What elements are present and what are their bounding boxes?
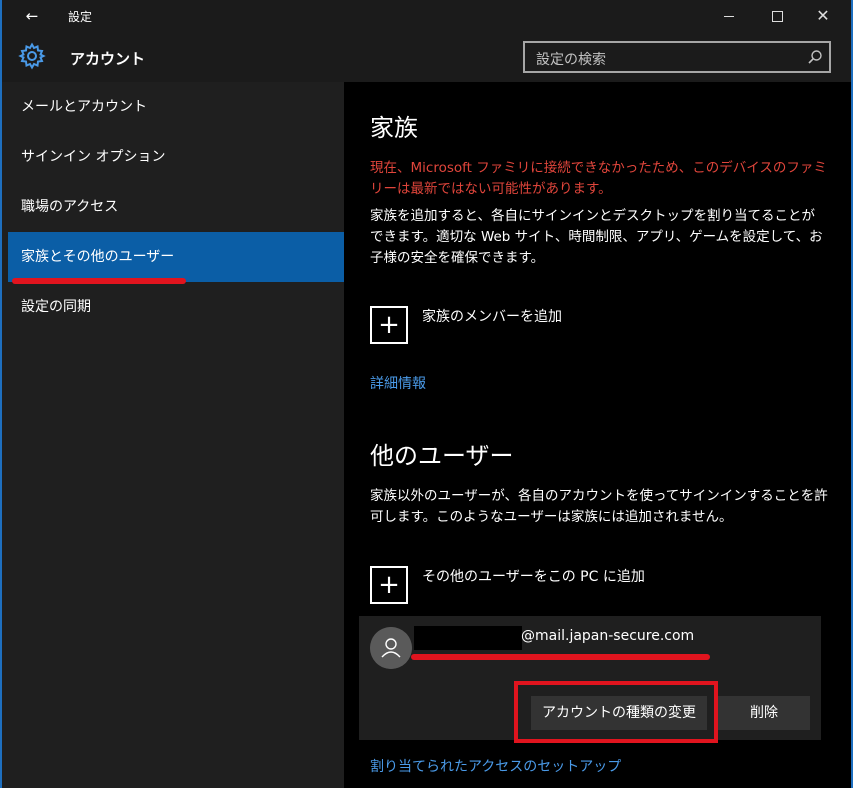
family-error-message: 現在、Microsoft ファミリに接続できなかったため、このデバイスのファミリ… <box>370 160 827 197</box>
sidebar-item-family-other-users[interactable]: 家族とその他のユーザー <box>8 232 344 282</box>
window-title: 設定 <box>68 10 93 24</box>
delete-button[interactable]: 削除 <box>718 696 810 730</box>
sidebar: メールとアカウント サインイン オプション 職場のアクセス 家族とその他のユーザ… <box>2 82 344 788</box>
assigned-access-link[interactable]: 割り当てられたアクセスのセットアップ <box>370 756 621 776</box>
redacted-username <box>414 626 522 650</box>
search-icon[interactable] <box>807 49 823 65</box>
other-users-description: 家族以外のユーザーが、各自のアカウントを使ってサインインすることを許可します。こ… <box>370 488 828 525</box>
minimize-icon <box>724 15 734 17</box>
search-placeholder: 設定の検索 <box>536 52 606 68</box>
family-description: 家族を追加すると、各自にサインインとデスクトップを割り当てることができます。適切… <box>370 208 823 266</box>
maximize-button[interactable] <box>764 4 790 28</box>
annotation-highlight-box <box>514 681 718 743</box>
other-users-heading: 他のユーザー <box>370 442 514 470</box>
settings-window: ← 設定 ✕ アカウント 設定の検索 メールとアカウント サインイン オプション… <box>0 0 853 788</box>
sidebar-item-signin-options[interactable]: サインイン オプション <box>8 132 344 182</box>
family-heading: 家族 <box>370 114 418 142</box>
maximize-icon <box>771 10 783 22</box>
sidebar-item-sync-settings[interactable]: 設定の同期 <box>8 282 344 332</box>
search-input[interactable]: 設定の検索 <box>523 41 831 73</box>
back-button[interactable]: ← <box>18 4 46 28</box>
gear-icon <box>18 42 46 70</box>
more-info-link[interactable]: 詳細情報 <box>370 373 426 393</box>
sidebar-item-work-access[interactable]: 職場のアクセス <box>8 182 344 232</box>
annotation-underline <box>12 278 186 284</box>
page-title: アカウント <box>70 50 146 68</box>
minimize-button[interactable] <box>716 4 742 28</box>
close-button[interactable]: ✕ <box>810 4 836 28</box>
add-family-plus-icon[interactable]: + <box>370 306 408 344</box>
title-bar: ← 設定 ✕ <box>2 0 851 32</box>
sidebar-item-email-accounts[interactable]: メールとアカウント <box>8 82 344 132</box>
page-header: アカウント 設定の検索 <box>2 32 851 82</box>
add-family-member-button[interactable]: 家族のメンバーを追加 <box>422 306 562 326</box>
add-other-user-plus-icon[interactable]: + <box>370 566 408 604</box>
user-email: @mail.japan-secure.com <box>521 628 695 644</box>
user-avatar-icon <box>370 627 412 669</box>
add-other-user-button[interactable]: その他のユーザーをこの PC に追加 <box>422 566 645 586</box>
annotation-underline <box>411 654 710 660</box>
